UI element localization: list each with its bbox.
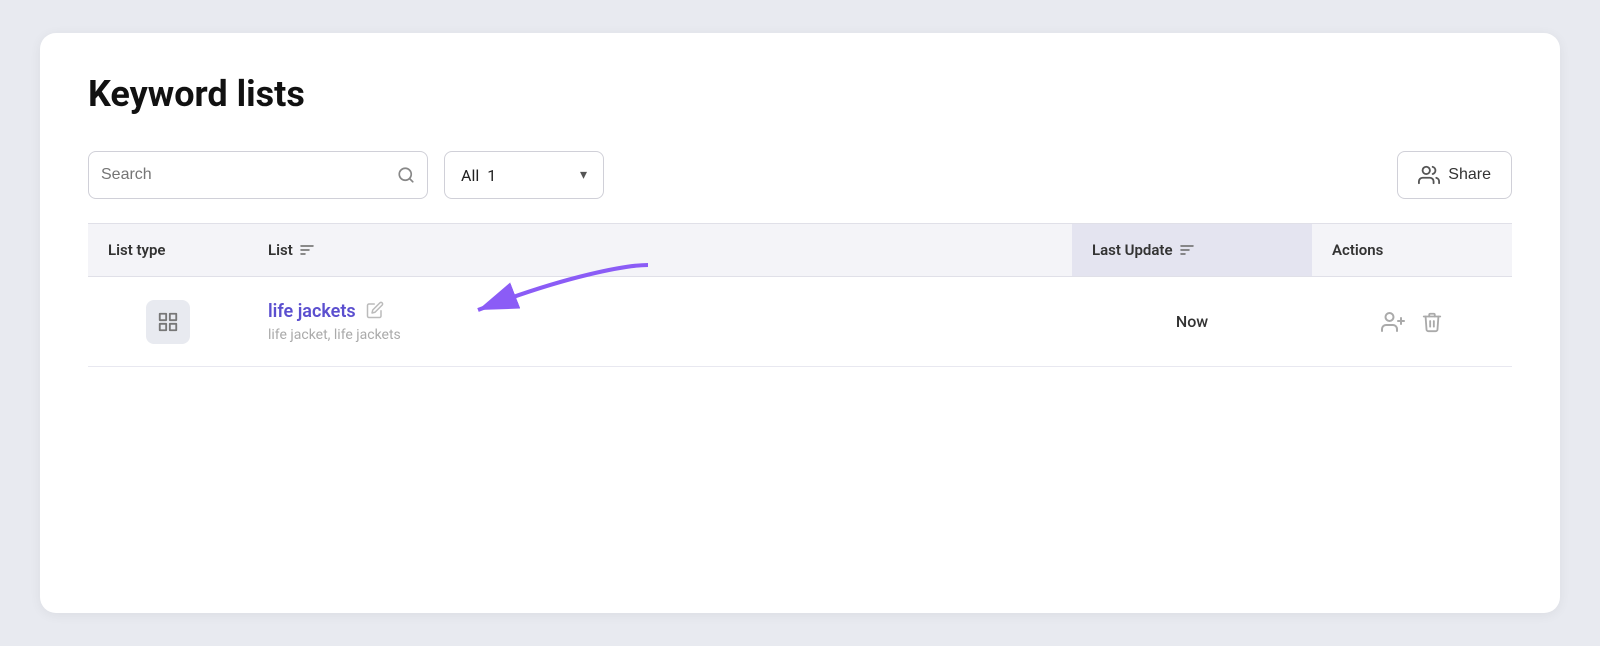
edit-icon[interactable] (366, 301, 384, 323)
col-last-update: Last Update (1072, 224, 1312, 276)
toolbar: All 1 ▾ Share (88, 151, 1512, 199)
add-user-icon (1381, 310, 1405, 334)
list-name-cell: life jackets (248, 285, 1072, 359)
list-name-link[interactable]: life jackets (268, 301, 356, 322)
grid-icon (157, 311, 179, 333)
table-header: List type List Last Update (88, 224, 1512, 277)
page-title: Keyword lists (88, 73, 1512, 115)
col-list: List (248, 224, 1072, 276)
actions-cell (1312, 294, 1512, 350)
sort-lastupdate-icon[interactable] (1179, 240, 1195, 260)
search-button[interactable] (397, 166, 415, 184)
delete-button[interactable] (1421, 311, 1443, 333)
list-type-cell (88, 284, 248, 360)
list-keywords: life jacket, life jackets (268, 327, 401, 343)
search-box (88, 151, 428, 199)
list-name-row: life jackets (268, 301, 384, 323)
main-card: Keyword lists All 1 ▾ (40, 33, 1560, 613)
share-label: Share (1448, 166, 1491, 184)
sort-list-icon[interactable] (299, 240, 315, 260)
trash-icon (1421, 311, 1443, 333)
list-type-icon (146, 300, 190, 344)
search-input[interactable] (101, 166, 397, 184)
filter-count: 1 (487, 166, 496, 185)
share-button[interactable]: Share (1397, 151, 1512, 199)
table-row: life jackets (88, 277, 1512, 367)
add-user-button[interactable] (1381, 310, 1405, 334)
chevron-down-icon: ▾ (580, 167, 587, 183)
filter-dropdown[interactable]: All 1 ▾ (444, 151, 604, 199)
last-update-value: Now (1176, 312, 1208, 331)
share-icon (1418, 164, 1440, 186)
search-icon (397, 166, 415, 184)
keyword-list-table: List type List Last Update (88, 223, 1512, 367)
col-actions: Actions (1312, 224, 1512, 276)
filter-label: All (461, 166, 479, 185)
col-list-type: List type (88, 224, 248, 276)
last-update-cell: Now (1072, 296, 1312, 347)
